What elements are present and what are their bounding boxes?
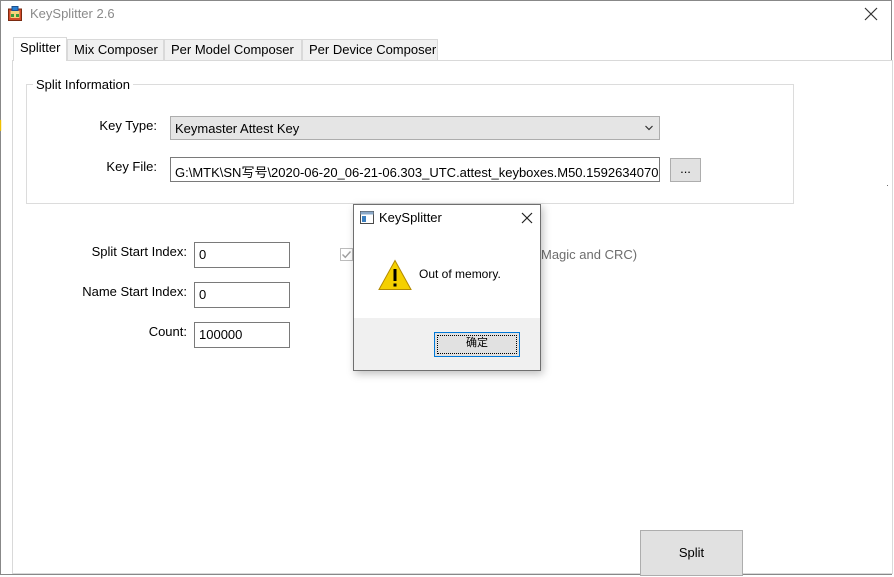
dialog-footer: 确定 (354, 318, 540, 370)
window-icon (360, 211, 374, 224)
split-button[interactable]: Split (640, 530, 743, 576)
split-start-label: Split Start Index: (91, 244, 187, 259)
chevron-down-icon (645, 125, 653, 131)
background-window-edge: ▌ (0, 120, 5, 130)
tab-label: Per Device Composer (309, 42, 437, 57)
tab-per-device-composer[interactable]: Per Device Composer (302, 39, 438, 60)
tab-per-model-composer[interactable]: Per Model Composer (164, 39, 302, 60)
key-file-input[interactable]: G:\MTK\SN写号\2020-06-20_06-21-06.303_UTC.… (170, 157, 660, 182)
split-start-input[interactable]: 0 (194, 242, 290, 268)
dialog-title: KeySplitter (379, 210, 442, 225)
checkmark-icon (342, 251, 352, 259)
name-start-label: Name Start Index: (82, 284, 187, 299)
key-type-select[interactable]: Keymaster Attest Key (170, 116, 660, 140)
group-title: Split Information (33, 77, 133, 92)
app-icon (8, 6, 22, 21)
checkbox-label: Magic and CRC) (541, 247, 638, 262)
key-file-label: Key File: (106, 159, 157, 174)
browse-button[interactable]: ... (670, 158, 701, 182)
tab-label: Splitter (20, 40, 61, 55)
background-window-edge: · (886, 180, 889, 190)
window-title: KeySplitter 2.6 (30, 6, 115, 21)
tab-splitter[interactable]: Splitter (13, 37, 67, 61)
tab-mix-composer[interactable]: Mix Composer (67, 39, 164, 60)
key-type-label: Key Type: (99, 118, 157, 133)
key-type-value: Keymaster Attest Key (175, 121, 300, 136)
warning-icon (378, 259, 412, 290)
message-dialog: KeySplitter Out of memory. 确定 (353, 204, 541, 371)
dialog-message: Out of memory. (419, 267, 501, 281)
count-label: Count: (148, 324, 187, 339)
verify-checkbox[interactable] (340, 248, 353, 261)
title-bar[interactable]: KeySplitter 2.6 (1, 1, 891, 27)
tab-label: Per Model Composer (171, 42, 294, 57)
close-icon[interactable] (861, 4, 881, 24)
count-input[interactable]: 100000 (194, 322, 290, 348)
split-information-group (26, 84, 794, 204)
focus-ring (437, 335, 517, 354)
tab-label: Mix Composer (74, 42, 158, 57)
close-icon[interactable] (521, 207, 533, 229)
name-start-input[interactable]: 0 (194, 282, 290, 308)
ok-button[interactable]: 确定 (434, 332, 520, 357)
